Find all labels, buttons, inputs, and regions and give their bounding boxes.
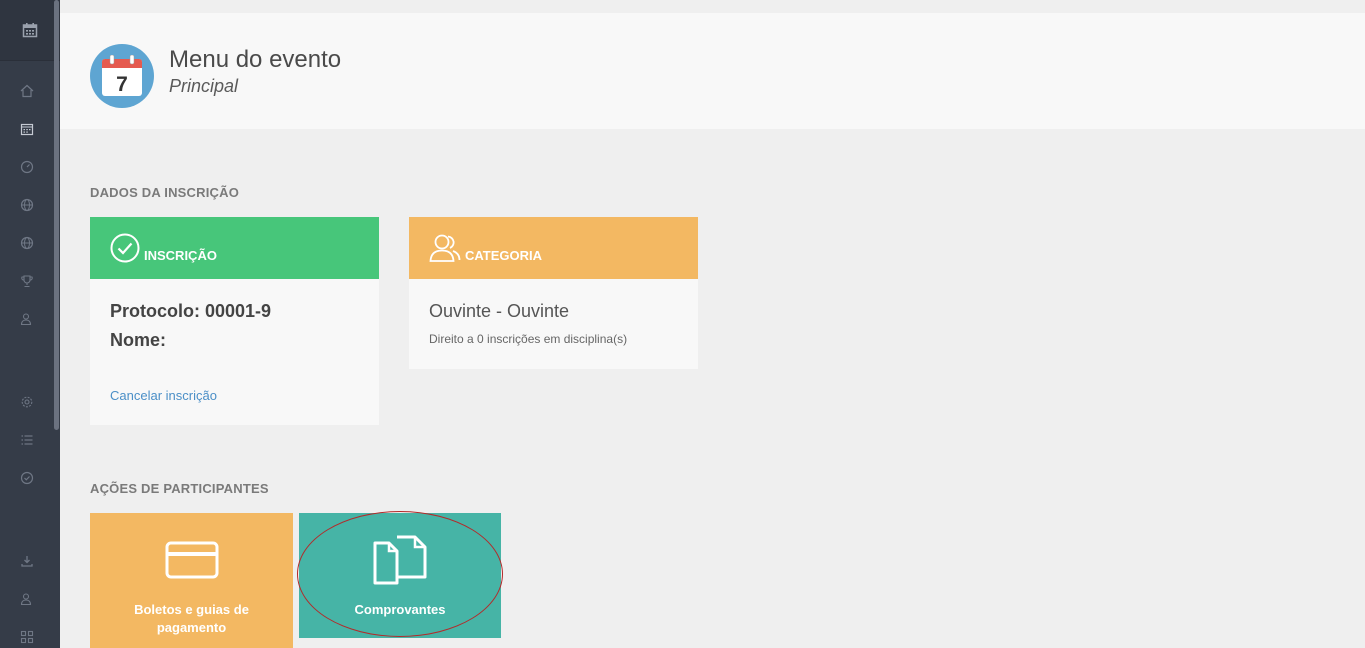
credit-card-icon xyxy=(165,541,219,579)
sidebar-item-list[interactable] xyxy=(18,431,36,449)
calendar-icon xyxy=(20,123,34,136)
sidebar-item-apps[interactable] xyxy=(18,628,36,646)
check-circle-icon xyxy=(20,471,34,485)
user-icon xyxy=(20,593,32,606)
calendar-icon: 7 xyxy=(102,55,142,96)
check-circle-icon xyxy=(110,233,140,263)
users-icon xyxy=(20,313,32,326)
download-icon xyxy=(21,556,33,567)
sidebar-item-settings[interactable] xyxy=(18,393,36,411)
section-acoes-label: AÇÕES DE PARTICIPANTES xyxy=(90,481,269,496)
sidebar-brand[interactable] xyxy=(0,0,60,61)
sidebar-item-home[interactable] xyxy=(18,82,36,100)
protocolo-text: Protocolo: 00001-9 xyxy=(110,301,272,321)
sidebar-item-users[interactable] xyxy=(18,310,36,328)
users-icon xyxy=(429,234,461,262)
sidebar xyxy=(0,0,60,648)
globe-icon xyxy=(20,236,34,250)
categoria-description: Direito a 0 inscrições em disciplina(s) xyxy=(429,332,628,346)
inscricao-card-title: INSCRIÇÃO xyxy=(144,247,217,263)
trophy-icon xyxy=(21,275,33,288)
sidebar-item-trophy[interactable] xyxy=(18,272,36,290)
gear-icon xyxy=(21,396,33,408)
sidebar-item-globe[interactable] xyxy=(18,196,36,214)
cancel-registration-link[interactable]: Cancelar inscrição xyxy=(110,388,217,403)
sidebar-scrollbar[interactable] xyxy=(54,0,59,430)
categoria-card-header: CATEGORIA xyxy=(409,217,698,279)
comprovantes-label: Comprovantes xyxy=(354,602,446,617)
section-dados-label: DADOS DA INSCRIÇÃO xyxy=(90,185,240,200)
page-title: Menu do evento xyxy=(169,46,342,73)
sidebar-item-dashboard[interactable] xyxy=(18,158,36,176)
page-subtitle: Principal xyxy=(169,76,239,96)
inscricao-card: INSCRIÇÃO Protocolo: 00001-9 Nome: Cance… xyxy=(90,217,379,425)
home-icon xyxy=(20,84,34,98)
inscricao-card-header: INSCRIÇÃO xyxy=(90,217,379,279)
sidebar-item-check[interactable] xyxy=(18,469,36,487)
calendar-day: 7 xyxy=(116,73,128,96)
sidebar-item-globe-2[interactable] xyxy=(18,234,36,252)
boletos-button[interactable]: Boletos e guias de pagamento xyxy=(90,513,293,648)
page-header: 7 Menu do evento Principal xyxy=(60,13,1365,129)
boletos-label: Boletos e guias de pagamento xyxy=(134,602,249,635)
list-icon xyxy=(21,435,33,445)
sidebar-item-profile[interactable] xyxy=(18,590,36,608)
categoria-card: CATEGORIA Ouvinte - Ouvinte Direito a 0 … xyxy=(409,217,698,369)
documents-icon xyxy=(373,535,427,585)
sidebar-item-download[interactable] xyxy=(18,552,36,570)
comprovantes-button[interactable]: Comprovantes xyxy=(299,513,501,638)
globe-icon xyxy=(20,198,34,212)
sidebar-item-events[interactable] xyxy=(18,120,36,138)
grid-icon xyxy=(20,630,34,644)
nome-text: Nome: xyxy=(110,330,167,350)
categoria-name: Ouvinte - Ouvinte xyxy=(429,301,570,321)
categoria-card-title: CATEGORIA xyxy=(465,247,543,263)
gauge-icon xyxy=(20,160,34,174)
calendar-icon xyxy=(22,23,38,38)
